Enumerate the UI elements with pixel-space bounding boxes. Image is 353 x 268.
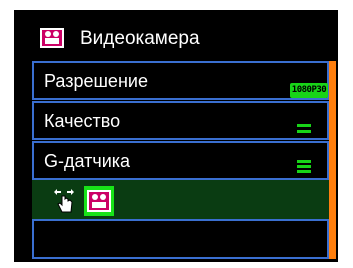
hand-touch-icon[interactable]: [52, 188, 76, 214]
page-title: Видеокамера: [80, 28, 200, 49]
menu-item-label: G-датчика: [44, 151, 131, 171]
menu-item-quality[interactable]: Качество: [32, 101, 329, 140]
title-bar: Видеокамера: [14, 10, 338, 62]
video-camera-icon: [40, 28, 64, 48]
menu-item-g-sensor[interactable]: G-датчика: [32, 141, 329, 180]
menu-item-resolution[interactable]: Разрешение: [32, 61, 329, 100]
resolution-badge: 1080P30: [290, 83, 328, 98]
mode-selector-row[interactable]: [32, 180, 329, 219]
empty-row: [32, 219, 329, 259]
selected-mode-video[interactable]: [84, 186, 114, 216]
video-camera-icon: [87, 190, 111, 212]
menu-item-label: Разрешение: [44, 71, 148, 91]
g-sensor-bars-icon: [297, 160, 311, 173]
scrollbar[interactable]: [329, 61, 336, 259]
quality-bars-icon: [297, 124, 311, 133]
menu-item-label: Качество: [44, 111, 121, 131]
camera-menu-screen: Видеокамера Разрешение Качество G-датчик…: [14, 10, 338, 262]
